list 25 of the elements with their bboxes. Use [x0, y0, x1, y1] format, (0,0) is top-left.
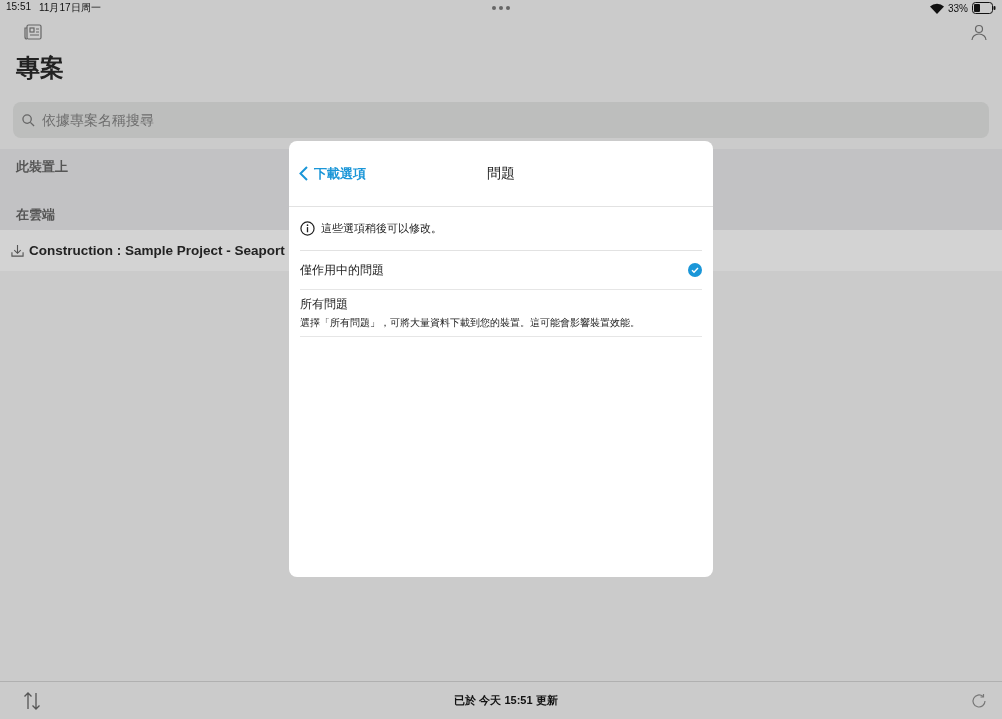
info-icon [300, 221, 315, 236]
dialog-title: 問題 [487, 164, 515, 183]
section-header: 在雲端 [16, 207, 55, 224]
more-icon [492, 6, 510, 10]
option-description: 選擇「所有問題」，可將大量資料下載到您的裝置。這可能會影響裝置效能。 [300, 316, 640, 330]
wifi-icon [930, 2, 944, 14]
newspaper-icon[interactable] [24, 24, 42, 40]
status-time: 15:51 [6, 1, 32, 14]
option-row[interactable]: 僅作用中的問題 [300, 251, 702, 290]
section-header: 此裝置上 [16, 159, 68, 176]
option-label: 所有問題 [300, 296, 349, 313]
refresh-icon[interactable] [971, 692, 987, 709]
download-icon [11, 244, 24, 257]
account-icon[interactable] [971, 24, 987, 40]
option-row[interactable]: 所有問題 選擇「所有問題」，可將大量資料下載到您的裝置。這可能會影響裝置效能。 [300, 290, 702, 337]
battery-percent: 33% [948, 2, 968, 14]
search-field[interactable]: 依據專案名稱搜尋 [13, 102, 989, 138]
page-title: 專案 [16, 53, 65, 83]
status-date: 11月17日周一 [39, 1, 101, 15]
chevron-left-icon [299, 166, 308, 181]
project-name: Construction : Sample Project - Seaport [29, 243, 285, 258]
battery-icon [972, 2, 996, 14]
update-status: 已於 今天 15:51 更新 [454, 693, 558, 708]
search-icon [22, 114, 35, 127]
sort-icon[interactable] [23, 691, 41, 710]
